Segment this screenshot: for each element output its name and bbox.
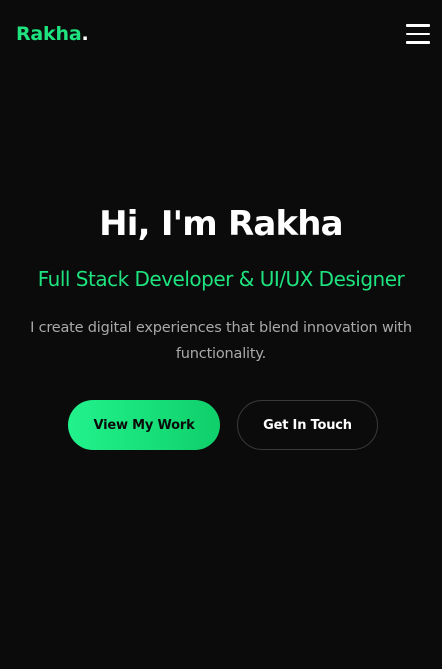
hero-title: Hi, I'm Rakha	[99, 204, 343, 244]
logo[interactable]: Rakha.	[16, 22, 89, 46]
logo-text: Rakha	[16, 23, 82, 45]
logo-dot: .	[81, 23, 89, 45]
view-my-work-button[interactable]: View My Work	[68, 400, 220, 450]
hero-subtitle: Full Stack Developer & UI/UX Designer	[37, 267, 405, 291]
menu-bar-top	[406, 24, 430, 27]
menu-bar-middle	[406, 32, 430, 35]
hero-section: Hi, I'm Rakha Full Stack Developer & UI/…	[0, 0, 442, 669]
hero-description: I create digital experiences that blend …	[30, 320, 412, 362]
page: Hi, I'm Rakha Full Stack Developer & UI/…	[0, 0, 442, 669]
get-in-touch-button[interactable]: Get In Touch	[237, 400, 378, 450]
navbar: Rakha.	[0, 0, 442, 70]
hamburger-menu-icon[interactable]	[406, 22, 431, 46]
menu-bar-bottom	[406, 41, 430, 44]
